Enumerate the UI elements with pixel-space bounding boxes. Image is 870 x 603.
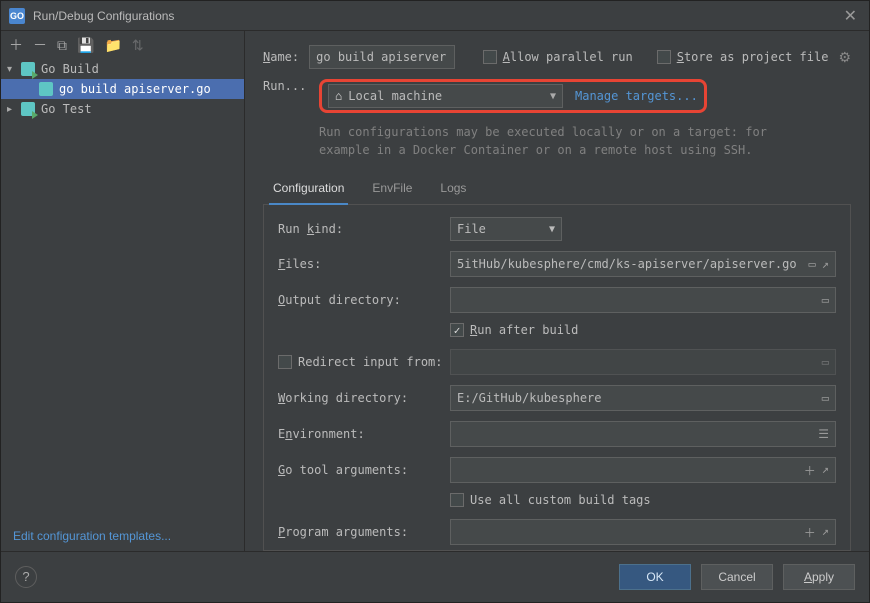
manage-targets-link[interactable]: Manage targets... [575,89,698,103]
checkbox-label: Run after build [470,323,578,337]
save-icon[interactable]: 💾 [77,37,94,54]
redirect-input-field: ▭ [450,349,836,375]
environment-label: Environment: [278,427,450,441]
ok-button[interactable]: OK [619,564,691,590]
redirect-checkbox[interactable] [278,355,292,369]
config-tree: ▾ Go Build go build apiserver.go ▸ Go Te… [1,59,244,521]
sidebar-toolbar: ＋ － ⧉ 💾 📁 ⇅ [1,31,244,59]
app-icon: GO [9,8,25,24]
go-file-icon [39,82,53,96]
go-tool-args-input[interactable]: ＋ ↗ [450,457,836,483]
name-input[interactable] [309,45,455,69]
browse-icon[interactable]: ▭ [809,257,816,271]
sort-icon[interactable]: ⇅ [132,37,144,54]
working-dir-label: Working directory: [278,391,450,405]
help-button[interactable]: ? [15,566,37,588]
run-kind-select[interactable]: File ▼ [450,217,562,241]
chevron-down-icon: ▼ [549,224,555,235]
apply-button[interactable]: Apply [783,564,855,590]
checkbox-box [483,50,497,64]
expand-icon[interactable]: ↗ [822,462,829,479]
run-after-build-checkbox[interactable]: ✓ Run after build [450,323,578,337]
browse-icon[interactable]: ▭ [822,293,829,307]
go-build-icon [21,62,35,76]
redirect-input-label: Redirect input from: [278,355,450,369]
main-panel: Name: Allow parallel run Store as projec… [245,31,869,551]
run-on-label: Run... [263,79,309,93]
chevron-down-icon: ▼ [550,91,556,102]
checkbox-label: Use all custom build tags [470,493,651,507]
run-kind-value: File [457,222,486,236]
add-icon[interactable]: ＋ [804,462,816,479]
working-dir-input[interactable]: E:/GitHub/kubesphere ▭ [450,385,836,411]
edit-templates-link[interactable]: Edit configuration templates... [1,521,244,551]
tree-label: Go Build [41,62,99,76]
expand-icon[interactable]: ↗ [822,524,829,541]
checkbox-label: Store as project file [677,50,829,64]
output-dir-label: Output directory: [278,293,450,307]
title-bar: GO Run/Debug Configurations ✕ [1,1,869,31]
config-tabs: Configuration EnvFile Logs [263,173,851,205]
close-icon[interactable]: ✕ [840,6,861,26]
files-value: 5itHub/kubesphere/cmd/ks-apiserver/apise… [457,257,797,271]
run-target-select[interactable]: ⌂ Local machine ▼ [328,84,563,108]
dialog-footer: ? OK Cancel Apply [1,551,869,601]
working-dir-value: E:/GitHub/kubesphere [457,391,602,405]
go-test-icon [21,102,35,116]
go-tool-args-label: Go tool arguments: [278,463,450,477]
files-input[interactable]: 5itHub/kubesphere/cmd/ks-apiserver/apise… [450,251,836,277]
tab-envfile[interactable]: EnvFile [368,173,416,204]
run-target-help: Run configurations may be executed local… [319,123,851,159]
manage-targets-highlight: ⌂ Local machine ▼ Manage targets... [319,79,707,113]
tree-node-go-build[interactable]: ▾ Go Build [1,59,244,79]
tree-node-apiserver[interactable]: go build apiserver.go [1,79,244,99]
tree-label: Go Test [41,102,92,116]
name-label: Name: [263,50,299,64]
expand-icon[interactable]: ↗ [822,257,829,271]
window-title: Run/Debug Configurations [33,9,840,23]
remove-icon[interactable]: － [33,35,47,55]
checkbox-label: Allow parallel run [503,50,633,64]
run-target-value: Local machine [348,89,442,103]
tree-node-go-test[interactable]: ▸ Go Test [1,99,244,119]
folder-icon[interactable]: 📁 [104,37,121,54]
program-args-label: Program arguments: [278,525,450,539]
chevron-right-icon: ▸ [7,104,21,115]
allow-parallel-checkbox[interactable]: Allow parallel run [483,50,633,64]
tree-label: go build apiserver.go [59,82,211,96]
chevron-down-icon: ▾ [7,64,21,75]
copy-icon[interactable]: ⧉ [57,37,67,54]
files-label: Files: [278,257,450,271]
list-icon[interactable]: ☰ [818,427,829,441]
browse-icon: ▭ [822,355,829,369]
add-icon[interactable]: ＋ [9,35,23,55]
checkbox-box [657,50,671,64]
run-kind-label: Run kind: [278,222,450,236]
gear-icon[interactable]: ⚙ [838,49,851,66]
checkbox-box [450,493,464,507]
cancel-button[interactable]: Cancel [701,564,773,590]
store-project-checkbox[interactable]: Store as project file [657,50,829,64]
output-dir-input[interactable]: ▭ [450,287,836,313]
home-icon: ⌂ [335,89,342,103]
sidebar: ＋ － ⧉ 💾 📁 ⇅ ▾ Go Build go build apiserve… [1,31,245,551]
configuration-panel: Run kind: File ▼ Files: 5itHub/kubespher… [263,205,851,551]
tab-logs[interactable]: Logs [436,173,470,204]
use-all-tags-checkbox[interactable]: Use all custom build tags [450,493,651,507]
environment-input[interactable]: ☰ [450,421,836,447]
add-icon[interactable]: ＋ [804,524,816,541]
browse-icon[interactable]: ▭ [822,391,829,405]
checkbox-box: ✓ [450,323,464,337]
tab-configuration[interactable]: Configuration [269,173,348,205]
program-args-input[interactable]: ＋ ↗ [450,519,836,545]
